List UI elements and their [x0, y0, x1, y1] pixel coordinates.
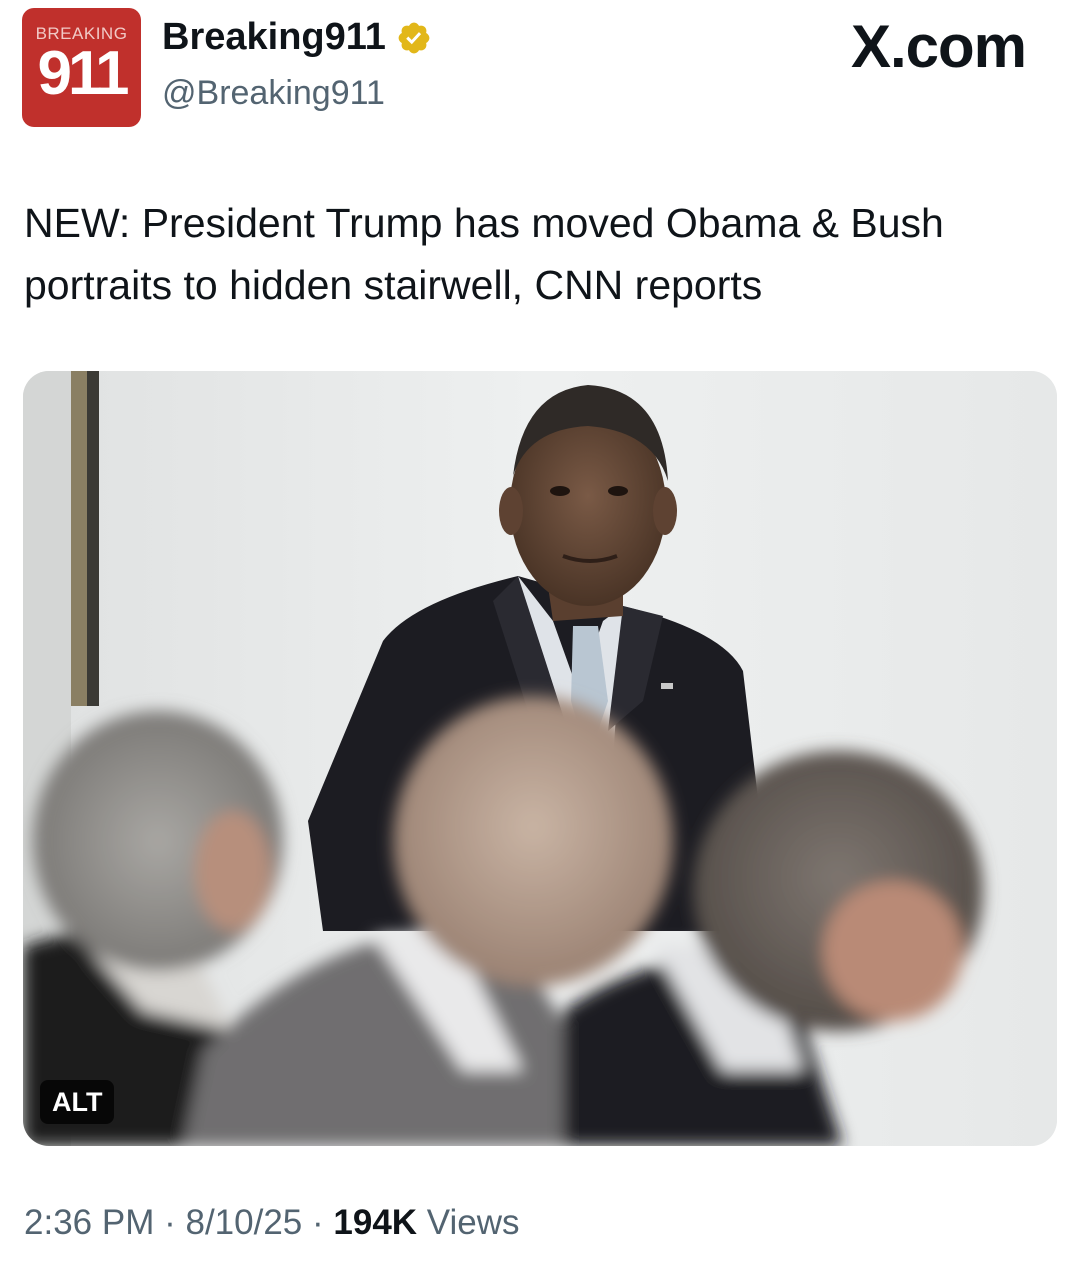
- photo-illustration: [23, 371, 1057, 1146]
- site-label: X.com: [850, 13, 1027, 80]
- views-label: Views: [426, 1203, 520, 1242]
- avatar-number: 911: [37, 39, 129, 108]
- display-name-row: Breaking911: [162, 16, 432, 59]
- tweet-meta: 2:36 PM · 8/10/25 · 194K Views: [24, 1203, 520, 1243]
- handle[interactable]: @Breaking911: [162, 74, 385, 113]
- meta-separator: ·: [164, 1203, 176, 1242]
- avatar[interactable]: BREAKING 911: [22, 8, 141, 127]
- tweet-time[interactable]: 2:36 PM: [24, 1203, 154, 1242]
- views-count[interactable]: 194K: [333, 1203, 417, 1242]
- tweet-text: NEW: President Trump has moved Obama & B…: [24, 200, 944, 308]
- tweet-photo[interactable]: [23, 371, 1057, 1146]
- display-name[interactable]: Breaking911: [162, 16, 386, 59]
- tweet-date[interactable]: 8/10/25: [185, 1203, 302, 1242]
- alt-text-button[interactable]: ALT: [40, 1080, 115, 1124]
- meta-separator: ·: [312, 1203, 324, 1242]
- verified-badge-icon: [398, 22, 430, 53]
